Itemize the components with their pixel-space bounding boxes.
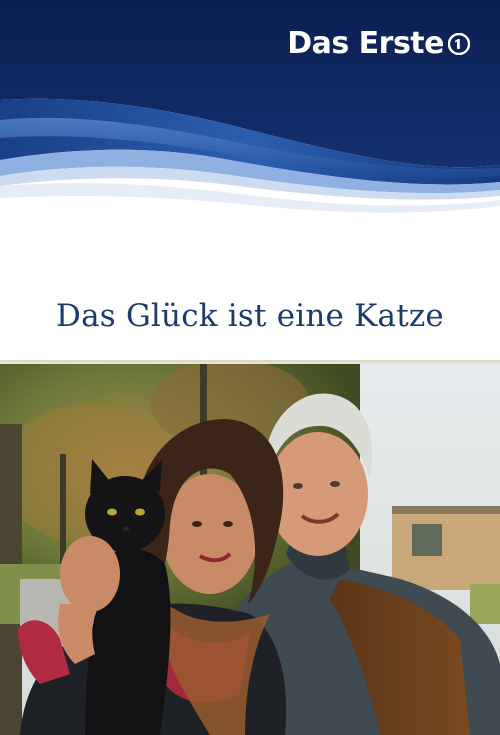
building [392,510,500,590]
channel-brand: Das Erste [287,26,470,61]
movie-title: Das Glück ist eine Katze [56,298,444,334]
channel-banner: Das Erste [0,0,500,230]
movie-poster: Das Erste Das Glück ist eine Katze [0,0,500,735]
ard-one-logo-icon [448,32,470,55]
channel-name: Das Erste [287,26,444,61]
photo-illustration [0,364,500,735]
woman-hand [60,536,120,612]
poster-photo [0,364,500,735]
